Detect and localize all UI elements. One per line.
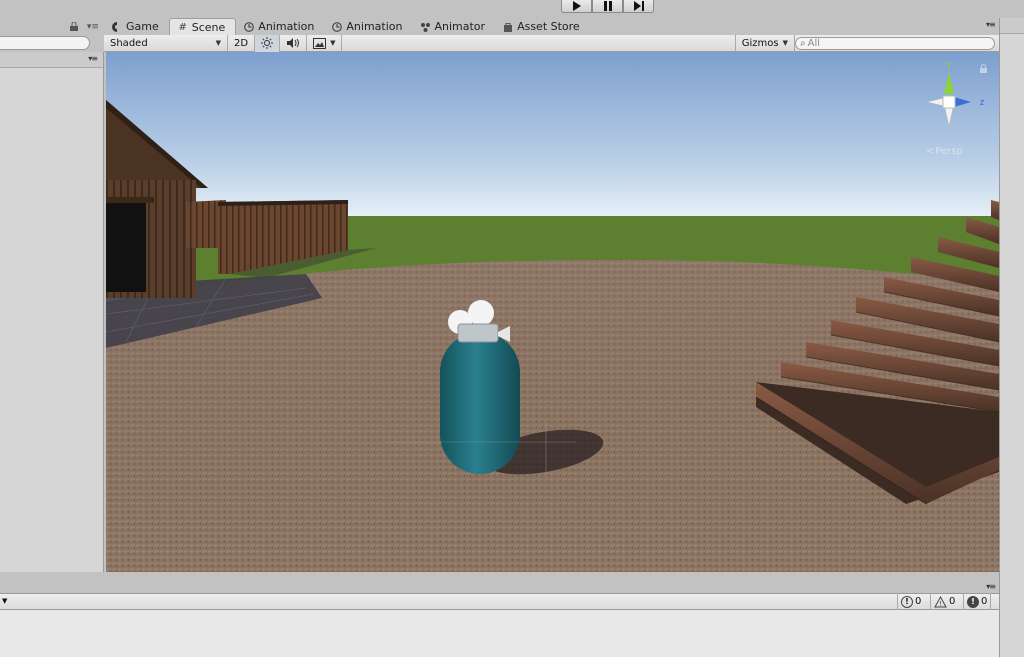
- toggle-2d-button[interactable]: 2D: [228, 34, 256, 52]
- gizmo-y-label: y: [946, 60, 952, 70]
- error-icon: !: [901, 595, 913, 608]
- hierarchy-search-field[interactable]: [0, 36, 90, 50]
- toggle-2d-label: 2D: [234, 37, 249, 49]
- inspector-header: ▾≡: [986, 18, 1024, 34]
- animator-icon: [420, 22, 431, 32]
- effects-dropdown[interactable]: ▼: [307, 34, 343, 52]
- tab-label: Scene: [191, 20, 226, 34]
- tab-scene[interactable]: # Scene: [168, 18, 237, 35]
- tab-animation-2[interactable]: Animation: [324, 18, 412, 35]
- dropdown-caret-icon: ▼: [782, 39, 788, 47]
- panel-menu-icon[interactable]: ▾≡: [88, 54, 98, 63]
- tab-label: Asset Store: [517, 20, 580, 33]
- audio-toggle[interactable]: [280, 34, 308, 52]
- scene-viewport[interactable]: y z Persp <: [106, 52, 999, 572]
- pause-button[interactable]: [592, 0, 623, 13]
- tab-label: Game: [126, 20, 159, 33]
- scene-render: y z Persp <: [106, 52, 999, 572]
- dropdown-caret-icon: ▼: [330, 39, 336, 47]
- step-button[interactable]: [623, 0, 654, 13]
- animation-clock-icon: [332, 21, 343, 32]
- step-icon: [633, 1, 644, 11]
- play-button[interactable]: [561, 0, 592, 13]
- warning-count: 0: [949, 596, 956, 607]
- panel-menu-icon[interactable]: ▾≡: [986, 582, 996, 591]
- panel-menu-icon[interactable]: ▾≡: [986, 20, 996, 29]
- error-counter[interactable]: ! 0: [897, 593, 924, 610]
- tab-game[interactable]: Game: [104, 18, 169, 35]
- search-icon: ⌕: [800, 37, 806, 49]
- info-icon: !: [967, 595, 979, 608]
- console-tabstrip: ▾≡: [0, 578, 999, 592]
- gizmo-projection-label: Persp: [935, 146, 963, 157]
- left-panel-controls: ▾≡: [70, 21, 99, 32]
- inspector-panel-edge: ▾≡: [986, 18, 1024, 657]
- message-count: 0: [981, 596, 988, 607]
- svg-text:!: !: [939, 600, 942, 608]
- tab-label: Animation: [346, 20, 403, 33]
- play-controls: [561, 0, 654, 13]
- editor-tabs: Game # Scene Animation Animation Animato…: [104, 18, 590, 35]
- game-icon: [112, 21, 122, 32]
- image-icon: [313, 37, 327, 49]
- unity-editor: ▾≡ ▾≡ Game # Scene Animation Animation A…: [0, 0, 1024, 657]
- scene-grid-icon: #: [178, 21, 187, 33]
- warning-counter[interactable]: ! 0: [930, 593, 958, 610]
- sun-icon: [261, 37, 274, 49]
- store-bag-icon: [503, 22, 513, 32]
- shading-mode-dropdown[interactable]: Shaded ▼: [104, 34, 228, 52]
- gizmos-label: Gizmos: [741, 37, 779, 49]
- shading-mode-label: Shaded: [110, 37, 148, 49]
- tab-label: Animation: [258, 20, 315, 33]
- dropdown-caret-icon: ▼: [215, 39, 221, 47]
- pause-icon: [603, 1, 612, 11]
- lighting-toggle[interactable]: [255, 34, 281, 52]
- hierarchy-panel: ▾≡: [0, 52, 104, 572]
- animation-clock-icon: [244, 21, 255, 32]
- projection-arrow-icon: <: [926, 146, 934, 157]
- tab-label: Animator: [434, 20, 486, 33]
- tab-animator[interactable]: Animator: [412, 18, 495, 35]
- scene-toolbar: Shaded ▼ 2D ▼ Gizmos ▼ ⌕ All: [104, 34, 999, 52]
- console-log-area[interactable]: [0, 610, 999, 657]
- play-icon: [572, 1, 581, 11]
- panel-menu-icon[interactable]: ▾≡: [87, 22, 99, 32]
- console-toolbar: ▼: [0, 593, 999, 610]
- tab-animation[interactable]: Animation: [236, 18, 324, 35]
- speaker-icon: [287, 38, 300, 48]
- gizmos-dropdown[interactable]: Gizmos ▼: [734, 34, 795, 52]
- tab-asset-store[interactable]: Asset Store: [495, 18, 590, 35]
- message-counter[interactable]: ! 0: [963, 593, 992, 610]
- scene-search-input[interactable]: ⌕ All: [795, 36, 995, 50]
- gizmo-z-label: z: [980, 98, 985, 108]
- dropdown-caret-icon[interactable]: ▼: [2, 597, 7, 605]
- error-count: 0: [915, 596, 922, 607]
- lock-icon[interactable]: [70, 21, 78, 31]
- hierarchy-header: ▾≡: [0, 52, 103, 68]
- warning-icon: !: [934, 595, 947, 608]
- search-placeholder: All: [807, 37, 821, 49]
